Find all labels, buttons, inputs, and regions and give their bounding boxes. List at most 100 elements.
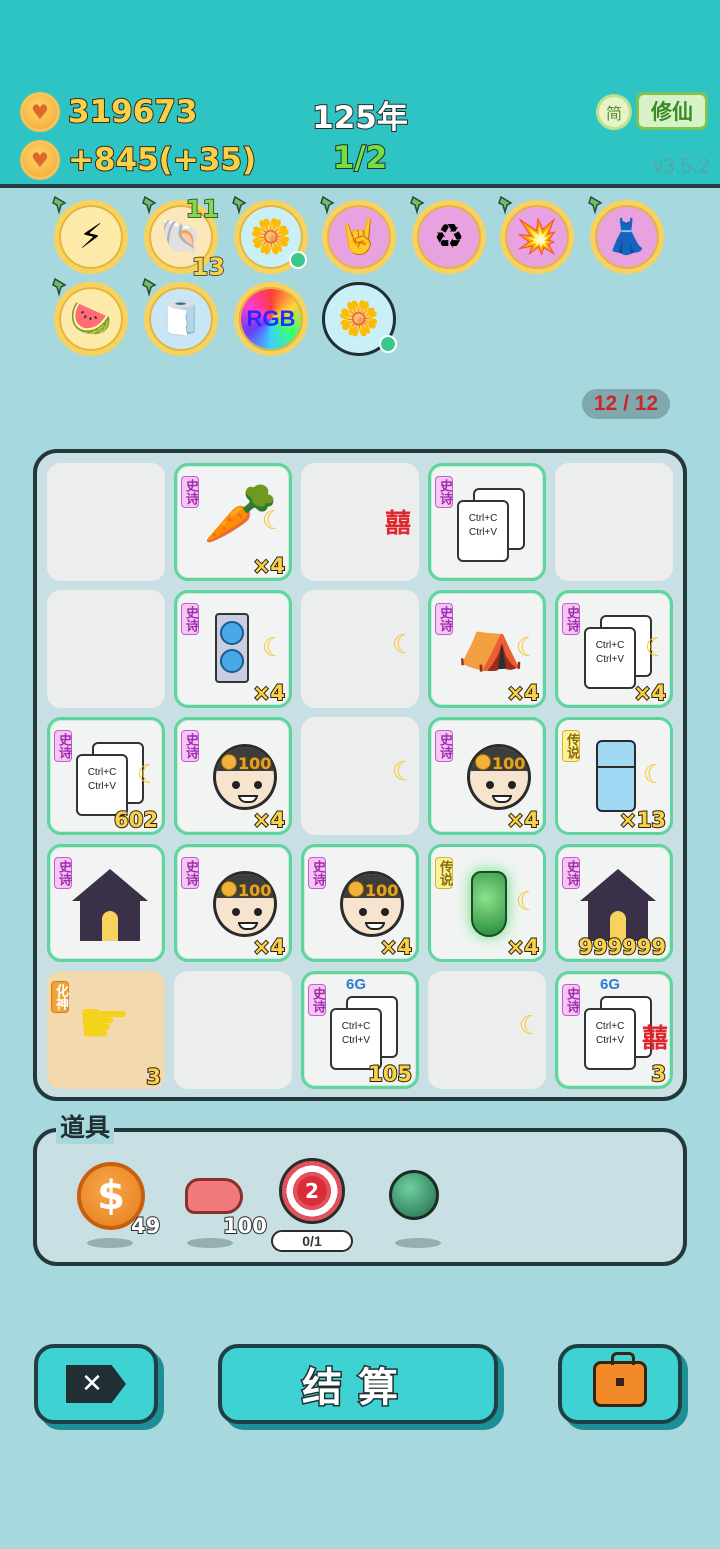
board-cell[interactable] xyxy=(174,971,292,1089)
heart-coin-icon: ♥ xyxy=(20,140,60,180)
board-cell[interactable]: Ctrl+C Ctrl+V 史诗 xyxy=(428,463,546,581)
orb-item[interactable] xyxy=(385,1162,475,1252)
rarity-tag: 史诗 xyxy=(562,603,580,635)
inventory-button[interactable] xyxy=(558,1344,682,1424)
slot-counter: 12 / 12 xyxy=(582,389,670,419)
moon-icon: ☾ xyxy=(261,633,285,663)
briefcase-icon xyxy=(593,1352,647,1407)
relic-rock-hand[interactable]: 🤘 xyxy=(320,195,396,274)
relic-mushroom-cloud[interactable]: 💥 xyxy=(498,195,574,274)
board-cell[interactable]: 100 史诗 ×4 xyxy=(428,717,546,835)
board-cell[interactable] xyxy=(47,463,165,581)
relic-skirt[interactable]: 👗 xyxy=(588,195,664,274)
face-value-badge: 100 xyxy=(475,754,525,774)
board-cell[interactable] xyxy=(47,590,165,708)
bunny-tent-icon: ⛺ xyxy=(457,610,525,673)
item-shadow xyxy=(395,1238,441,1248)
rarity-tag: 史诗 xyxy=(181,603,199,635)
liver-item[interactable]: 100 xyxy=(177,1162,268,1252)
board-cell[interactable] xyxy=(555,463,673,581)
card-text-copy: Ctrl+C xyxy=(468,513,498,524)
board-cell[interactable]: ☾ 传说 ×4 xyxy=(428,844,546,962)
rarity-tag: 史诗 xyxy=(181,857,199,889)
year-label: 125年 xyxy=(311,99,409,137)
board-cell[interactable]: Ctrl+C Ctrl+V ☾ 史诗 ×4 xyxy=(555,590,673,708)
items-panel: $ 49 100 2 0/1 xyxy=(33,1128,687,1266)
language-toggle-button[interactable]: 简 xyxy=(596,94,632,130)
rarity-tag: 史诗 xyxy=(181,730,199,762)
lightning-icon: ⚡ xyxy=(79,217,103,257)
cell-count: ×4 xyxy=(633,680,667,706)
rarity-tag: 史诗 xyxy=(181,476,199,508)
coin-item[interactable]: $ 49 xyxy=(77,1162,167,1252)
item-shadow xyxy=(187,1238,233,1248)
settle-button[interactable]: 结算 xyxy=(218,1344,498,1424)
board-cell[interactable]: ☾ 传说 ×13 xyxy=(555,717,673,835)
board-cell[interactable]: ☾ 史诗 ×4 xyxy=(174,590,292,708)
relic-shell[interactable]: 🐚 11 13 xyxy=(142,194,226,282)
sixg-badge: 6G xyxy=(600,976,621,993)
cell-count: ×4 xyxy=(252,934,286,960)
rarity-tag: 史诗 xyxy=(435,476,453,508)
cell-count: 105 xyxy=(367,1061,413,1087)
mode-button[interactable]: 修仙 xyxy=(636,92,708,130)
board-cell[interactable]: Ctrl+C Ctrl+V 6G 囍 史诗 3 xyxy=(555,971,673,1089)
gold-amount: 319673 xyxy=(67,93,198,131)
close-button[interactable]: ✕ xyxy=(34,1344,158,1424)
board-cell[interactable]: 史诗 xyxy=(47,844,165,962)
board-cell[interactable]: ☾ xyxy=(301,590,419,708)
fruit-bowl-icon: 🍉 xyxy=(69,299,113,339)
target-item[interactable]: 2 0/1 xyxy=(271,1158,367,1252)
copy-paste-card-icon: Ctrl+C Ctrl+V xyxy=(584,627,636,689)
relic-rgb[interactable]: RGB xyxy=(234,282,308,356)
coin-item-qty: 49 xyxy=(130,1213,161,1239)
board-cell[interactable]: Ctrl+C Ctrl+V 6G 史诗 105 xyxy=(301,971,419,1089)
board-cell[interactable]: ☾ xyxy=(301,717,419,835)
card-text-copy: Ctrl+C xyxy=(87,767,117,778)
version-label: v3.5.2 xyxy=(652,155,710,178)
card-text-paste: Ctrl+V xyxy=(341,1035,371,1046)
board-cell[interactable]: 100 史诗 ×4 xyxy=(174,844,292,962)
relic-lightning[interactable]: ⚡ xyxy=(52,195,128,274)
moon-icon: ☾ xyxy=(518,1011,542,1041)
board-cell[interactable]: 史诗 999999 xyxy=(555,844,673,962)
pin-icon xyxy=(409,195,429,215)
active-dot-icon xyxy=(379,335,397,353)
board-cell[interactable]: Ctrl+C Ctrl+V ☾ 史诗 602 xyxy=(47,717,165,835)
copy-paste-card-icon: Ctrl+C Ctrl+V xyxy=(584,1008,636,1070)
fridge-icon xyxy=(596,740,636,812)
card-text-copy: Ctrl+C xyxy=(595,1021,625,1032)
card-text-copy: Ctrl+C xyxy=(595,640,625,651)
cell-count: ×4 xyxy=(252,553,286,579)
house-roof xyxy=(72,869,148,901)
relic-recycle[interactable]: ♻ xyxy=(410,195,486,274)
board-cell[interactable]: ☾ xyxy=(428,971,546,1089)
jade-vase-icon xyxy=(471,871,507,937)
rarity-tag: 传说 xyxy=(562,730,580,762)
moon-icon: ☾ xyxy=(515,633,539,663)
tissue-box-icon: 🧻 xyxy=(159,299,203,339)
pin-icon xyxy=(141,277,161,297)
moon-icon: ☾ xyxy=(391,630,415,660)
relic-flower-pot[interactable]: 🌼 xyxy=(232,195,308,274)
cell-count: ×4 xyxy=(379,934,413,960)
moon-icon: ☾ xyxy=(644,633,668,663)
target-number: 2 xyxy=(297,1176,327,1206)
card-text-paste: Ctrl+V xyxy=(595,654,625,665)
face-value-badge: 100 xyxy=(221,881,271,901)
board-cell[interactable]: 🥕 ☾ 史诗 ×4 xyxy=(174,463,292,581)
board-cell[interactable]: 100 史诗 ×4 xyxy=(174,717,292,835)
pin-icon xyxy=(51,277,71,297)
shell-icon: 🐚 xyxy=(159,217,203,257)
board-cell[interactable]: 囍 xyxy=(301,463,419,581)
rarity-tag: 化神 xyxy=(51,981,69,1013)
relic-tissue-box[interactable]: 🧻 xyxy=(142,277,218,356)
relic-fruit-bowl[interactable]: 🍉 xyxy=(52,277,128,356)
board-cell[interactable]: ⛺ ☾ 史诗 ×4 xyxy=(428,590,546,708)
target-usage: 0/1 xyxy=(271,1230,353,1252)
board-cell[interactable]: 100 史诗 ×4 xyxy=(301,844,419,962)
pointing-hand-icon: ☛ xyxy=(77,988,131,1058)
relic-flower-pot-plain[interactable]: 🌼 xyxy=(322,282,397,356)
target-icon: 2 xyxy=(279,1158,345,1224)
board-cell[interactable]: ☛ 化神 3 xyxy=(47,971,165,1090)
